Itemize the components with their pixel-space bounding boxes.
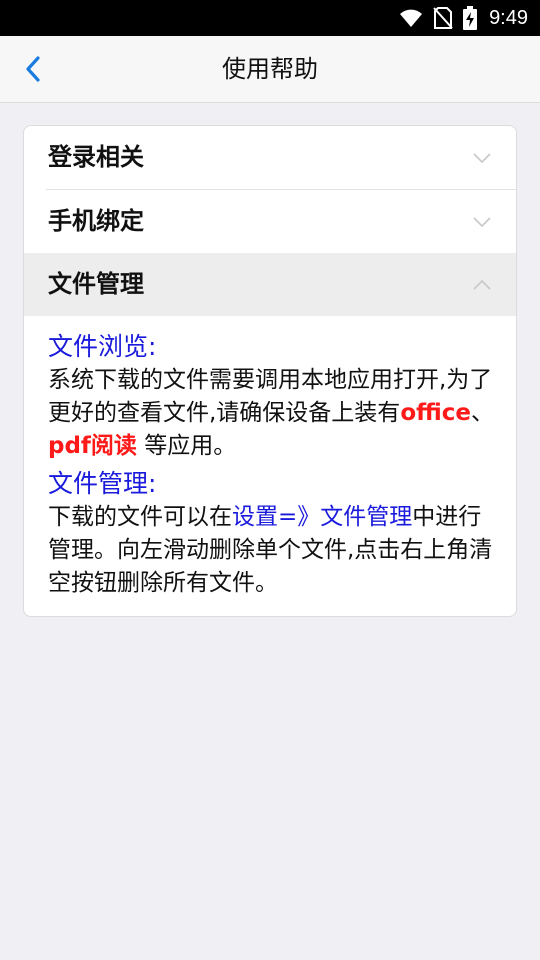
chevron-down-icon	[473, 153, 491, 164]
settings-link[interactable]: 设置=》	[232, 504, 320, 530]
section-login[interactable]: 登录相关	[24, 126, 516, 189]
chevron-up-icon	[473, 279, 491, 290]
manage-text: 下载的文件可以在	[48, 504, 232, 530]
section-label: 文件管理	[48, 270, 144, 298]
office-highlight: office	[400, 400, 471, 426]
browse-paragraph: 系统下载的文件需要调用本地应用打开,为了更好的查看文件,请确保设备上装有offi…	[48, 364, 494, 463]
separator: 、	[471, 400, 494, 426]
status-time: 9:49	[489, 6, 528, 29]
back-button[interactable]	[18, 54, 48, 84]
file-management-link[interactable]: 文件管理	[320, 504, 412, 530]
navigation-bar: 使用帮助	[0, 36, 540, 103]
section-phone-binding[interactable]: 手机绑定	[24, 190, 516, 253]
browse-title: 文件浏览:	[48, 332, 157, 361]
page-title: 使用帮助	[222, 55, 318, 83]
file-management-content: 文件浏览: 系统下载的文件需要调用本地应用打开,为了更好的查看文件,请确保设备上…	[24, 316, 516, 600]
manage-title: 文件管理:	[48, 469, 157, 498]
status-bar: 9:49	[0, 0, 540, 36]
wifi-icon	[400, 9, 423, 27]
status-icons: 9:49	[399, 0, 528, 36]
browse-text-end: 等应用。	[136, 433, 237, 459]
manage-paragraph: 下载的文件可以在设置=》文件管理中进行管理。向左滑动删除单个文件,点击右上角清空…	[48, 501, 494, 600]
section-label: 登录相关	[48, 143, 144, 171]
help-card: 登录相关 手机绑定 文件管理 文件浏览: 系统下载的文件需要调用本地应用打开,为…	[23, 125, 517, 617]
pdf-highlight: pdf阅读	[48, 433, 137, 459]
no-sim-icon	[433, 7, 453, 29]
battery-charging-icon	[463, 6, 478, 30]
chevron-left-icon	[26, 56, 40, 82]
section-file-management[interactable]: 文件管理	[24, 253, 516, 316]
chevron-down-icon	[473, 217, 491, 228]
section-label: 手机绑定	[48, 207, 144, 235]
